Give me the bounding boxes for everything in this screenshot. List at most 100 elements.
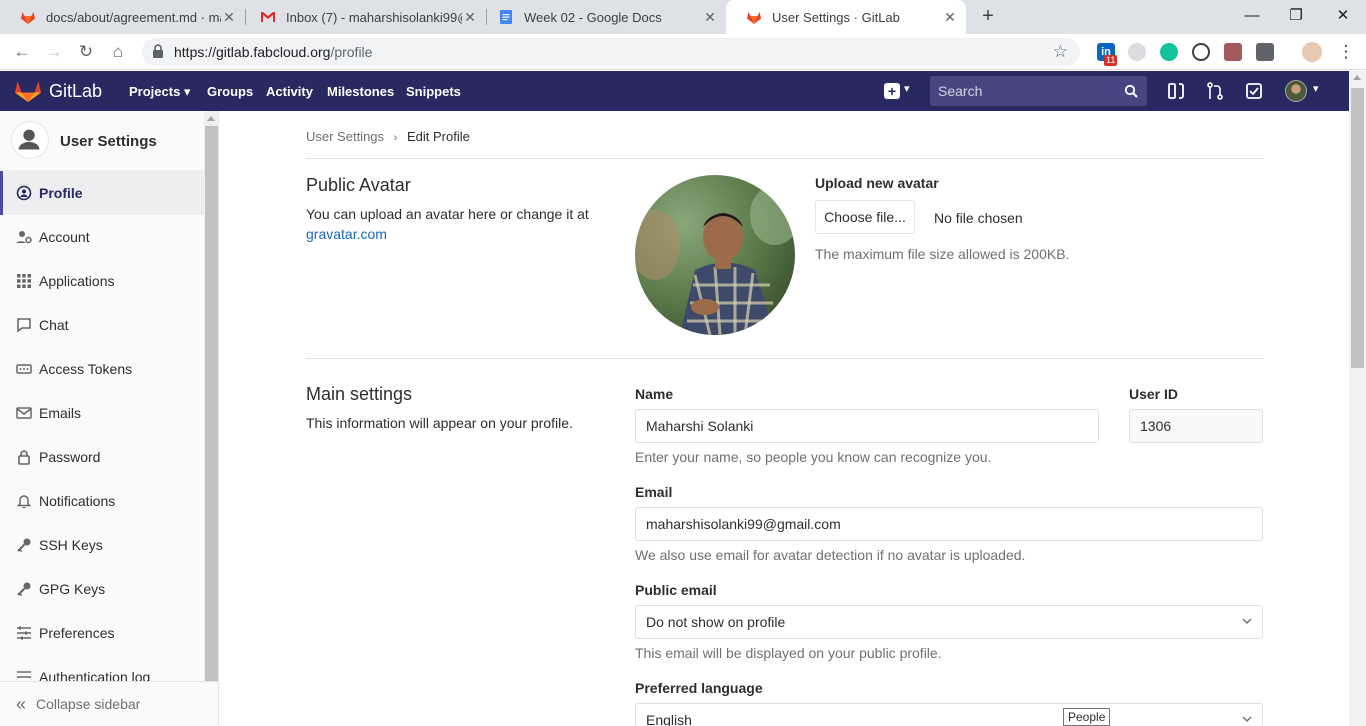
public-email-select[interactable]: Do not show on profile (635, 605, 1263, 639)
address-bar[interactable]: https://gitlab.fabcloud.org/profile ☆ (142, 38, 1080, 66)
sidebar-item-account[interactable]: Account (0, 215, 204, 259)
sidebar-item-label: SSH Keys (39, 537, 103, 553)
chrome-menu-icon[interactable]: ⋮ (1334, 40, 1358, 64)
profile-avatar-icon[interactable] (1302, 42, 1322, 62)
browser-tab-gmail[interactable]: Inbox (7) - maharshisolanki99@g ✕ (240, 0, 486, 34)
gitlab-logo-icon[interactable] (15, 80, 41, 102)
merge-request-icon[interactable] (1205, 81, 1225, 101)
grammarly-extension-icon[interactable] (1160, 43, 1178, 61)
user-avatar[interactable] (1285, 80, 1307, 102)
back-icon[interactable]: ← (10, 40, 34, 64)
profile-icon (16, 185, 32, 201)
new-item-plus-icon[interactable]: + (884, 83, 900, 99)
gitlab-favicon-icon (747, 12, 761, 24)
breadcrumb: User Settings › Edit Profile (306, 129, 470, 144)
close-tab-icon[interactable]: ✕ (462, 9, 478, 26)
nav-activity[interactable]: Activity (266, 84, 313, 99)
sidebar-item-chat[interactable]: Chat (0, 303, 204, 347)
minimize-icon[interactable]: — (1240, 4, 1264, 28)
speedometer-extension-icon[interactable] (1192, 43, 1210, 61)
nav-groups[interactable]: Groups (207, 84, 253, 99)
sidebar-item-ssh-keys[interactable]: SSH Keys (0, 523, 204, 567)
nav-snippets[interactable]: Snippets (406, 84, 461, 99)
sidebar-item-label: Chat (39, 317, 69, 333)
close-tab-icon[interactable]: ✕ (221, 9, 237, 26)
tab-title: Inbox (7) - maharshisolanki99@g (286, 9, 462, 25)
name-field[interactable]: Maharshi Solanki (635, 409, 1099, 443)
sidebar-toggle-icon[interactable] (1166, 81, 1186, 101)
main-content: User Settings › Edit Profile Public Avat… (219, 111, 1349, 726)
main-settings-description: This information will appear on your pro… (306, 415, 573, 431)
extension-icon[interactable] (1128, 43, 1146, 61)
bookmark-star-icon[interactable]: ☆ (1053, 42, 1068, 62)
page-scrollbar-thumb[interactable] (1351, 88, 1364, 368)
url-text: https://gitlab.fabcloud.org/profile (174, 44, 373, 60)
sidebar-title: User Settings (60, 133, 157, 150)
no-file-chosen-text: No file chosen (934, 210, 1023, 226)
reload-icon[interactable]: ↻ (74, 40, 98, 64)
close-tab-icon[interactable]: ✕ (702, 9, 718, 26)
scroll-up-arrow-icon[interactable] (207, 116, 215, 121)
search-icon (1124, 84, 1138, 98)
gitlab-brand[interactable]: GitLab (49, 81, 102, 102)
user-id-field: 1306 (1129, 409, 1263, 443)
divider (306, 158, 1264, 159)
sidebar-item-label: Emails (39, 405, 82, 421)
public-avatar-title: Public Avatar (306, 175, 411, 195)
sidebar-scrollbar-thumb[interactable] (205, 126, 218, 681)
browser-tab-google-docs[interactable]: Week 02 - Google Docs ✕ (478, 0, 726, 34)
new-tab-icon[interactable]: + (977, 5, 999, 27)
public-email-help: This email will be displayed on your pub… (635, 645, 942, 661)
sidebar-item-label: Notifications (39, 493, 116, 509)
nav-projects[interactable]: Projects ▾ (129, 84, 190, 100)
todo-check-icon[interactable] (1244, 81, 1264, 101)
gravatar-link[interactable]: gravatar.com (306, 226, 387, 242)
choose-file-button[interactable]: Choose file... (815, 200, 915, 234)
browser-tab-gitlab-settings[interactable]: User Settings · GitLab ✕ (726, 0, 966, 34)
sidebar-item-preferences[interactable]: Preferences (0, 611, 204, 655)
sidebar-item-access-tokens[interactable]: Access Tokens (0, 347, 204, 391)
profile-avatar-image (635, 175, 795, 335)
sidebar-item-notifications[interactable]: Notifications (0, 479, 204, 523)
scroll-up-arrow-icon[interactable] (1353, 75, 1361, 80)
main-settings-title: Main settings (306, 384, 413, 404)
sidebar-item-password[interactable]: Password (0, 435, 204, 479)
home-icon[interactable]: ⌂ (106, 40, 130, 64)
pdf-extension-icon[interactable] (1224, 43, 1242, 61)
restore-icon[interactable]: ❐ (1284, 4, 1308, 28)
sliders-icon (17, 626, 31, 640)
chevron-down-icon (1242, 716, 1252, 722)
public-avatar-description: You can upload an avatar here or change … (306, 206, 589, 242)
key-icon (17, 582, 31, 597)
sidebar-item-label: Access Tokens (39, 361, 133, 377)
chevron-right-icon: › (393, 132, 398, 144)
gitlab-header: GitLab Projects ▾ Groups Activity Milest… (0, 71, 1349, 111)
close-tab-icon[interactable]: ✕ (942, 9, 958, 26)
browser-tab-strip: docs/about/agreement.md · mas ✕ Inbox (7… (0, 0, 1366, 34)
account-gear-icon (16, 231, 32, 244)
close-window-icon[interactable]: ✕ (1331, 4, 1355, 28)
search-box (930, 76, 1147, 106)
nav-milestones[interactable]: Milestones (327, 84, 394, 99)
sidebar-item-profile[interactable]: Profile (0, 171, 204, 215)
email-field[interactable]: maharshisolanki99@gmail.com (635, 507, 1263, 541)
tab-title: User Settings · GitLab (772, 9, 900, 25)
search-input[interactable] (930, 76, 1120, 106)
browser-tab-gitlab-docs[interactable]: docs/about/agreement.md · mas ✕ (0, 0, 245, 34)
sidebar-item-emails[interactable]: Emails (0, 391, 204, 435)
sidebar-item-label: Profile (39, 185, 83, 201)
collapse-sidebar-button[interactable]: « Collapse sidebar (0, 681, 218, 726)
sidebar-item-applications[interactable]: Applications (0, 259, 204, 303)
eyedropper-extension-icon[interactable] (1256, 43, 1274, 61)
chevron-down-icon[interactable]: ▾ (904, 82, 910, 95)
email-label: Email (635, 484, 673, 500)
sidebar-item-gpg-keys[interactable]: GPG Keys (0, 567, 204, 611)
preferred-language-select[interactable]: English (635, 703, 1263, 726)
tab-title: Week 02 - Google Docs (524, 9, 662, 25)
chevron-down-icon[interactable]: ▾ (1313, 82, 1319, 95)
double-chevron-left-icon: « (16, 693, 27, 714)
breadcrumb-parent[interactable]: User Settings (306, 129, 384, 144)
forward-icon[interactable]: → (42, 40, 66, 64)
gitlab-favicon-icon (21, 12, 35, 24)
collapse-sidebar-label: Collapse sidebar (36, 696, 141, 712)
